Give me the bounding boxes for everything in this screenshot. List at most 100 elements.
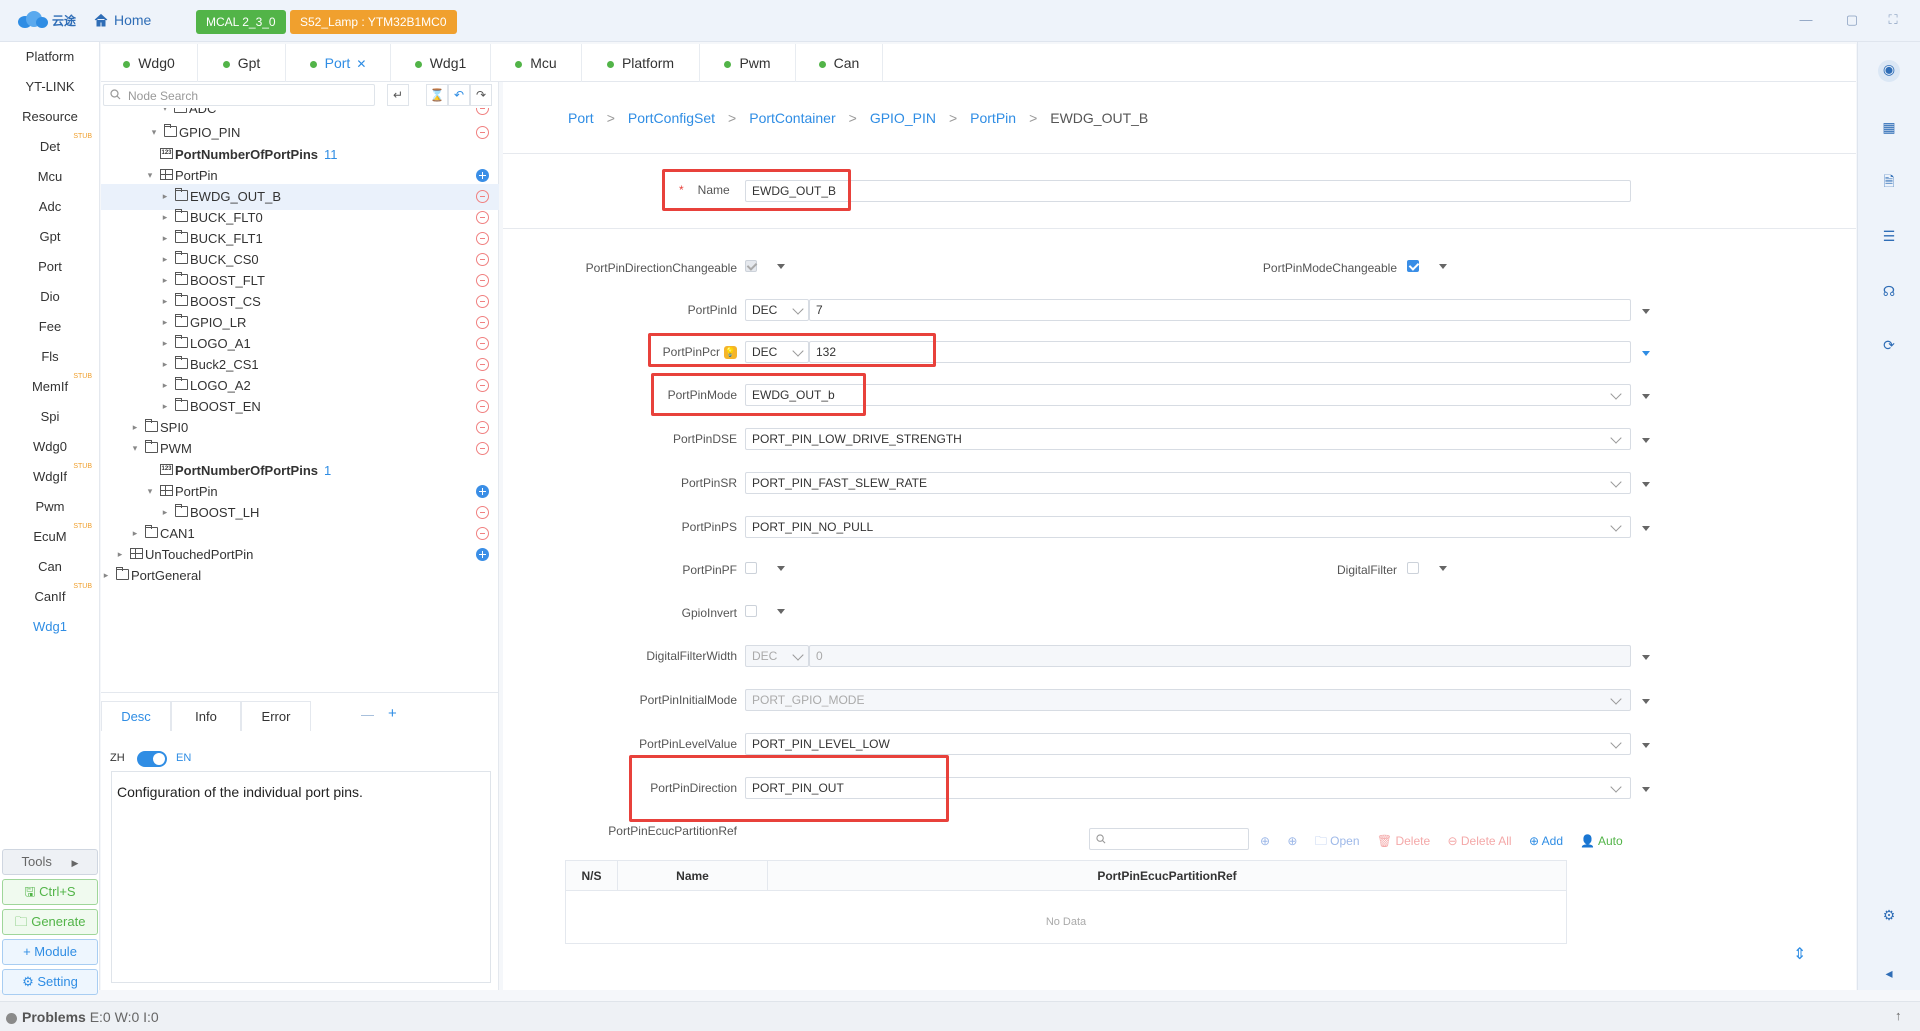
- nav-item-wdg0[interactable]: Wdg0: [0, 439, 100, 454]
- remove-icon[interactable]: [476, 211, 489, 224]
- mcal-version-badge[interactable]: MCAL 2_3_0: [196, 10, 286, 34]
- sr-select[interactable]: PORT_PIN_FAST_SLEW_RATE: [745, 472, 1631, 494]
- caret-right-icon[interactable]: ▸: [160, 275, 170, 285]
- tab-wdg1[interactable]: Wdg1: [391, 44, 491, 82]
- remove-icon[interactable]: [476, 274, 489, 287]
- tab-wdg0[interactable]: Wdg0: [101, 44, 198, 82]
- caret-right-icon[interactable]: ▸: [160, 191, 170, 201]
- column-header[interactable]: Name: [618, 861, 768, 891]
- move-down-icon[interactable]: ⊕: [1287, 834, 1297, 848]
- auto-button[interactable]: 👤 Auto: [1580, 834, 1622, 848]
- setting-button[interactable]: ⚙ Setting: [2, 969, 98, 995]
- remove-icon[interactable]: [476, 421, 489, 434]
- remove-icon[interactable]: [476, 506, 489, 519]
- caret-right-icon[interactable]: ▸: [160, 254, 170, 264]
- dropdown-arrow-icon[interactable]: [1439, 264, 1447, 269]
- pinid-format-select[interactable]: DEC: [745, 299, 809, 321]
- redo-icon[interactable]: ↷: [470, 84, 492, 106]
- nav-item-fee[interactable]: Fee: [0, 319, 100, 334]
- dse-select[interactable]: PORT_PIN_LOW_DRIVE_STRENGTH: [745, 428, 1631, 450]
- dropdown-arrow-icon[interactable]: [1642, 351, 1650, 356]
- caret-right-icon[interactable]: ▸: [160, 296, 170, 306]
- caret-right-icon[interactable]: ▸: [160, 233, 170, 243]
- nav-item-canif[interactable]: CanIf STUB: [0, 583, 100, 604]
- restore-icon[interactable]: ▢: [1840, 8, 1864, 32]
- remove-icon[interactable]: [476, 108, 489, 115]
- tab-error[interactable]: Error: [241, 701, 311, 731]
- breadcrumb-item[interactable]: Port: [568, 110, 594, 126]
- breadcrumb-item[interactable]: PortContainer: [749, 110, 835, 126]
- collapse-icon[interactable]: —: [361, 707, 374, 722]
- sliders-icon[interactable]: ☰: [1880, 227, 1898, 245]
- open-button[interactable]: 🗀 Open: [1315, 834, 1360, 848]
- filter-width-format-select[interactable]: DEC: [745, 645, 809, 667]
- pinid-input[interactable]: 7: [809, 299, 1631, 321]
- nav-item-port[interactable]: Port: [0, 259, 100, 274]
- nav-item-fls[interactable]: Fls: [0, 349, 100, 364]
- remove-icon[interactable]: [476, 126, 489, 139]
- chat-icon[interactable]: ⟳: [1880, 336, 1898, 354]
- tools-button[interactable]: Tools ▶: [2, 849, 98, 875]
- collapse-left-icon[interactable]: ◂: [1880, 964, 1898, 982]
- level-select[interactable]: PORT_PIN_LEVEL_LOW: [745, 733, 1631, 755]
- nav-item-det[interactable]: Det STUB: [0, 133, 100, 154]
- arrow-up-icon[interactable]: ↑: [1895, 1008, 1902, 1023]
- remove-icon[interactable]: [476, 337, 489, 350]
- breadcrumb-item[interactable]: PortConfigSet: [628, 110, 715, 126]
- language-toggle[interactable]: [137, 751, 167, 767]
- undo-icon[interactable]: ↶: [448, 84, 470, 106]
- filter-width-input[interactable]: 0: [809, 645, 1631, 667]
- ps-select[interactable]: PORT_PIN_NO_PULL: [745, 516, 1631, 538]
- caret-right-icon[interactable]: ▸: [160, 380, 170, 390]
- remove-icon[interactable]: [476, 295, 489, 308]
- caret-right-icon[interactable]: ▸: [160, 338, 170, 348]
- remove-icon[interactable]: [476, 400, 489, 413]
- ref-search-input[interactable]: [1089, 828, 1249, 850]
- caret-right-icon[interactable]: ▸: [160, 212, 170, 222]
- add-icon[interactable]: [476, 548, 489, 561]
- home-link[interactable]: Home: [94, 12, 151, 28]
- caret-down-icon[interactable]: ▾: [130, 443, 140, 453]
- tab-platform[interactable]: Platform: [582, 44, 700, 82]
- nav-item-can[interactable]: Can: [0, 559, 100, 574]
- caret-right-icon[interactable]: ▸: [160, 401, 170, 411]
- name-input[interactable]: EWDG_OUT_B: [745, 180, 1631, 202]
- nav-item-dio[interactable]: Dio: [0, 289, 100, 304]
- caret-icon[interactable]: ▾: [160, 108, 170, 113]
- remove-icon[interactable]: [476, 190, 489, 203]
- remove-icon[interactable]: [476, 379, 489, 392]
- gpio-invert-checkbox[interactable]: [745, 605, 757, 617]
- dropdown-arrow-icon[interactable]: [1642, 655, 1650, 660]
- nav-item-adc[interactable]: Adc: [0, 199, 100, 214]
- mode-select[interactable]: EWDG_OUT_b: [745, 384, 1631, 406]
- hourglass-icon[interactable]: ⌛: [426, 84, 448, 106]
- tab-can[interactable]: Can: [796, 44, 883, 82]
- minimize-button[interactable]: —: [1794, 8, 1818, 32]
- nav-item-wdg1[interactable]: Wdg1: [0, 619, 100, 634]
- caret-right-icon[interactable]: ▸: [130, 528, 140, 538]
- dropdown-arrow-icon[interactable]: [1642, 394, 1650, 399]
- nav-item-wdgif[interactable]: WdgIf STUB: [0, 463, 100, 484]
- dropdown-arrow-icon[interactable]: [777, 566, 785, 571]
- dropdown-arrow-icon[interactable]: [1642, 699, 1650, 704]
- avatar[interactable]: ◉: [1878, 60, 1900, 82]
- resize-icon[interactable]: ⇕: [1793, 944, 1806, 964]
- caret-right-icon[interactable]: ▸: [160, 359, 170, 369]
- nav-item-gpt[interactable]: Gpt: [0, 229, 100, 244]
- expand-icon[interactable]: +: [388, 705, 397, 722]
- tab-pwm[interactable]: Pwm: [700, 44, 796, 82]
- dropdown-arrow-icon[interactable]: [1642, 526, 1650, 531]
- caret-right-icon[interactable]: ▸: [101, 570, 111, 580]
- caret-right-icon[interactable]: ▸: [160, 507, 170, 517]
- caret-down-icon[interactable]: ▾: [149, 127, 159, 137]
- remove-icon[interactable]: [476, 253, 489, 266]
- dropdown-arrow-icon[interactable]: [1642, 482, 1650, 487]
- tab-info[interactable]: Info: [171, 701, 241, 731]
- add-icon[interactable]: [476, 169, 489, 182]
- generate-button[interactable]: 🗀 Generate: [2, 909, 98, 935]
- enter-button[interactable]: ↵: [387, 84, 409, 106]
- headset-icon[interactable]: ☊: [1880, 282, 1898, 300]
- dir-changeable-checkbox[interactable]: [745, 260, 757, 272]
- module-button[interactable]: + Module: [2, 939, 98, 965]
- caret-right-icon[interactable]: ▸: [115, 549, 125, 559]
